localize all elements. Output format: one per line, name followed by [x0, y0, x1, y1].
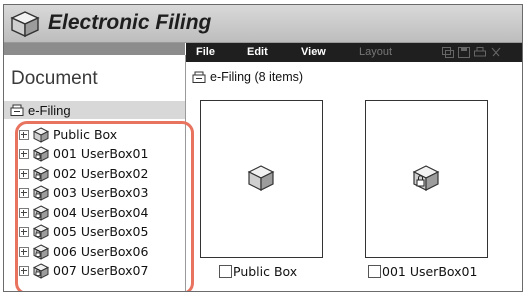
menu-view[interactable]: View: [301, 46, 326, 58]
tree-root-efiling[interactable]: e-Filing: [4, 101, 185, 119]
toolbar-copy-icon: [442, 47, 454, 58]
select-checkbox[interactable]: [368, 265, 381, 278]
toolbar-save-icon: [458, 47, 470, 58]
tree-root-label: e-Filing: [28, 103, 71, 118]
efiling-logo-icon: [10, 11, 40, 38]
title-bar: Electronic Filing: [4, 5, 522, 43]
cabinet-icon: [192, 71, 206, 83]
highlight-outline: [15, 121, 194, 291]
menu-layout: Layout: [359, 46, 393, 58]
pane-heading: Document: [11, 68, 98, 89]
cabinet-icon: [10, 104, 24, 116]
toolbar-print-icon: [474, 47, 486, 57]
left-pane-header: [4, 43, 185, 55]
card-label: 001 UserBox01: [382, 264, 478, 279]
app-window: Electronic Filing File Edit View Layout …: [3, 4, 523, 292]
toolbar-cut-icon: [491, 47, 501, 57]
box-card-userbox01[interactable]: [365, 100, 488, 258]
select-checkbox[interactable]: [219, 265, 232, 278]
breadcrumb: e-Filing (8 items): [210, 70, 304, 84]
card-label: Public Box: [233, 264, 298, 279]
content-pane: e-Filing (8 items) Public Box 001 UserBo…: [186, 62, 522, 291]
public-box-icon: [247, 165, 275, 191]
app-title: Electronic Filing: [48, 11, 212, 34]
menu-edit[interactable]: Edit: [247, 46, 268, 58]
locked-box-icon: [412, 165, 440, 191]
box-card-public-box[interactable]: [200, 100, 323, 258]
menu-bar: File Edit View Layout: [186, 43, 522, 62]
menu-file[interactable]: File: [196, 46, 215, 58]
